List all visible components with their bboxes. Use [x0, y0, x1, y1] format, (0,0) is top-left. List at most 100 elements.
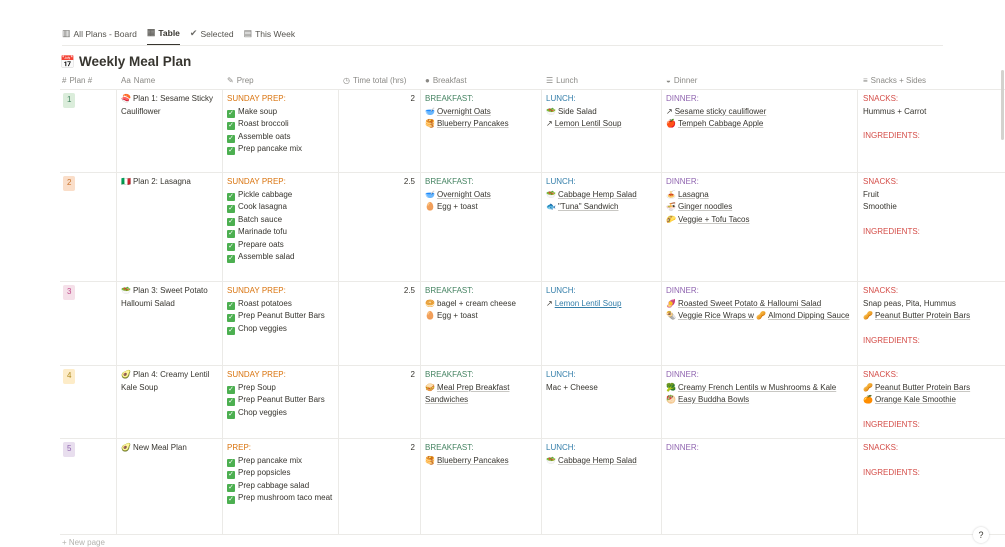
time-cell[interactable]: 2: [343, 93, 415, 106]
tab-all-plans-board[interactable]: ▥ All Plans - Board: [62, 27, 137, 46]
checkbox-checked-icon[interactable]: ✓: [227, 471, 235, 479]
page-link[interactable]: Lemon Lentil Soup: [555, 119, 622, 128]
column-header-time[interactable]: ◷ Time total (hrs): [343, 72, 406, 89]
plan-name-cell[interactable]: 🥑 Plan 4: Creamy Lentil Kale Soup: [121, 369, 219, 394]
plan-number-cell[interactable]: 2: [63, 176, 113, 191]
checkbox-checked-icon[interactable]: ✓: [227, 301, 235, 310]
checkbox-checked-icon[interactable]: ✓: [227, 496, 235, 504]
vertical-scrollbar[interactable]: [1001, 70, 1004, 140]
breakfast-cell[interactable]: BREAKFAST: 🥞 Blueberry Pancakes: [425, 442, 537, 467]
page-link[interactable]: Overnight Oats: [437, 190, 491, 199]
checkbox-checked-icon[interactable]: ✓: [227, 205, 235, 213]
column-header-name[interactable]: Aa Name: [121, 72, 155, 89]
lunch-cell[interactable]: LUNCH: ↗ Lemon Lentil Soup: [546, 285, 658, 310]
lunch-cell[interactable]: LUNCH: Mac + Cheese: [546, 369, 658, 394]
page-link[interactable]: Blueberry Pancakes: [437, 119, 509, 128]
page-link[interactable]: Meal Prep Breakfast Sandwiches: [425, 383, 509, 405]
checkbox-checked-icon[interactable]: ✓: [227, 483, 235, 492]
page-link[interactable]: Cabbage Hemp Salad: [558, 190, 637, 199]
checkbox-checked-icon[interactable]: ✓: [227, 217, 235, 226]
page-link[interactable]: Roasted Sweet Potato & Halloumi Salad: [678, 299, 821, 308]
plan-number-cell[interactable]: 3: [63, 285, 113, 300]
checkbox-checked-icon[interactable]: ✓: [227, 230, 235, 238]
page-link[interactable]: Veggie Rice Wraps w: [678, 311, 754, 320]
page-link[interactable]: Tempeh Cabbage Apple: [678, 119, 763, 128]
tab-this-week[interactable]: ▤ This Week: [244, 27, 296, 46]
dinner-cell[interactable]: DINNER: 🥦 Creamy French Lentils w Mushroom…: [666, 369, 854, 407]
page-link[interactable]: Veggie + Tofu Tacos: [678, 215, 750, 224]
breakfast-cell[interactable]: BREAKFAST: 🥣 Overnight Oats 🥚 Egg + toast: [425, 176, 537, 214]
new-page-button[interactable]: + New page: [62, 538, 105, 547]
checkbox-checked-icon[interactable]: ✓: [227, 314, 235, 322]
column-header-snacks[interactable]: ≡ Snacks + Sides: [863, 72, 926, 89]
checkbox-checked-icon[interactable]: ✓: [227, 398, 235, 406]
plan-name-cell[interactable]: 🇮🇹 Plan 2: Lasagna: [121, 176, 219, 189]
checkbox-checked-icon[interactable]: ✓: [227, 255, 235, 263]
tab-table[interactable]: ▦ Table: [146, 27, 180, 46]
column-header-dinner[interactable]: ◒ Dinner: [666, 72, 697, 89]
checkbox-checked-icon[interactable]: ✓: [227, 410, 235, 419]
page-link[interactable]: Sesame sticky cauliflower: [675, 107, 767, 116]
plan-name-cell[interactable]: 🥑 New Meal Plan: [121, 442, 219, 455]
column-header-plan[interactable]: # Plan #: [62, 72, 92, 89]
page-link[interactable]: "Tuna" Sandwich: [558, 202, 619, 211]
page-title[interactable]: Weekly Meal Plan: [79, 54, 191, 69]
dinner-cell[interactable]: DINNER:: [666, 442, 854, 455]
breakfast-cell[interactable]: BREAKFAST: 🥪 Meal Prep Breakfast Sandwiche…: [425, 369, 537, 407]
page-link[interactable]: Ginger noodles: [678, 202, 732, 211]
plan-name[interactable]: Plan 2: Lasagna: [133, 177, 191, 186]
help-button[interactable]: ?: [973, 527, 989, 543]
column-header-lunch[interactable]: ☰ Lunch: [546, 72, 578, 89]
page-link[interactable]: Overnight Oats: [437, 107, 491, 116]
time-cell[interactable]: 2.5: [343, 176, 415, 189]
snacks-cell[interactable]: SNACKS: Snap peas, Pita, Hummus 🥜 Peanut Bu…: [863, 285, 1003, 347]
column-header-breakfast[interactable]: ● Breakfast: [425, 72, 467, 89]
plan-name-cell[interactable]: 🥗 Plan 3: Sweet Potato Halloumi Salad: [121, 285, 219, 310]
breakfast-cell[interactable]: BREAKFAST: 🥯 bagel + cream cheese 🥚 Egg + to…: [425, 285, 537, 323]
checkbox-checked-icon[interactable]: ✓: [227, 326, 235, 335]
dinner-cell[interactable]: DINNER: 🍠 Roasted Sweet Potato & Halloumi …: [666, 285, 854, 323]
checkbox-checked-icon[interactable]: ✓: [227, 385, 235, 394]
plan-name-cell[interactable]: 🍣 Plan 1: Sesame Sticky Cauliflower: [121, 93, 219, 118]
page-link[interactable]: Creamy French Lentils w Mushrooms & Kale: [678, 383, 836, 392]
page-link[interactable]: Lasagna: [678, 190, 709, 199]
prep-cell[interactable]: PREP: ✓ Prep pancake mix ✓ Prep popsicles ✓ Pr…: [227, 442, 335, 505]
column-header-prep[interactable]: ✎ Prep: [227, 72, 254, 89]
plan-name[interactable]: New Meal Plan: [133, 443, 187, 452]
page-link[interactable]: Blueberry Pancakes: [437, 456, 509, 465]
breakfast-cell[interactable]: BREAKFAST: 🥣 Overnight Oats 🥞 Blueberry Panc…: [425, 93, 537, 131]
snacks-cell[interactable]: SNACKS: Hummus + Carrot INGREDIENTS:: [863, 93, 1003, 143]
tab-selected[interactable]: ✔ Selected: [190, 27, 234, 46]
checkbox-checked-icon[interactable]: ✓: [227, 192, 235, 201]
dinner-cell[interactable]: DINNER: ↗ Sesame sticky cauliflower 🍎 Tempeh…: [666, 93, 854, 131]
checkbox-checked-icon[interactable]: ✓: [227, 147, 235, 155]
prep-cell[interactable]: SUNDAY PREP: ✓ Roast potatoes ✓ Prep Peanut …: [227, 285, 335, 335]
prep-cell[interactable]: SUNDAY PREP: ✓ Pickle cabbage ✓ Cook lasagna…: [227, 176, 335, 264]
page-link[interactable]: Peanut Butter Protein Bars: [875, 383, 970, 392]
checkbox-checked-icon[interactable]: ✓: [227, 109, 235, 118]
plan-number-cell[interactable]: 5: [63, 442, 113, 457]
snacks-cell[interactable]: SNACKS: 🥜 Peanut Butter Protein Bars 🍊 Orang…: [863, 369, 1003, 431]
page-link[interactable]: Cabbage Hemp Salad: [558, 456, 637, 465]
lunch-cell[interactable]: LUNCH: 🥗 Side Salad ↗ Lemon Lentil Soup: [546, 93, 658, 131]
page-link[interactable]: Easy Buddha Bowls: [678, 395, 749, 404]
page-link[interactable]: Lemon Lentil Soup: [555, 299, 622, 308]
prep-cell[interactable]: SUNDAY PREP: ✓ Prep Soup ✓ Prep Peanut Butte…: [227, 369, 335, 419]
page-link[interactable]: Peanut Butter Protein Bars: [875, 311, 970, 320]
plan-name[interactable]: Plan 4: Creamy Lentil Kale Soup: [121, 370, 209, 392]
prep-cell[interactable]: SUNDAY PREP: ✓ Make soup ✓ Roast broccoli ✓ As…: [227, 93, 335, 156]
page-link[interactable]: Orange Kale Smoothie: [875, 395, 956, 404]
lunch-cell[interactable]: LUNCH: 🥗 Cabbage Hemp Salad 🐟 "Tuna" Sandwic…: [546, 176, 658, 214]
checkbox-checked-icon[interactable]: ✓: [227, 242, 235, 251]
time-cell[interactable]: 2: [343, 442, 415, 455]
lunch-cell[interactable]: LUNCH: 🥗 Cabbage Hemp Salad: [546, 442, 658, 467]
plan-number-cell[interactable]: 4: [63, 369, 113, 384]
time-cell[interactable]: 2.5: [343, 285, 415, 298]
checkbox-checked-icon[interactable]: ✓: [227, 458, 235, 467]
plan-name[interactable]: Plan 1: Sesame Sticky Cauliflower: [121, 94, 213, 116]
checkbox-checked-icon[interactable]: ✓: [227, 134, 235, 143]
time-cell[interactable]: 2: [343, 369, 415, 382]
plan-name[interactable]: Plan 3: Sweet Potato Halloumi Salad: [121, 286, 208, 308]
snacks-cell[interactable]: SNACKS: Fruit Smoothie INGREDIENTS:: [863, 176, 1003, 238]
dinner-cell[interactable]: DINNER: 🍝 Lasagna 🍜 Ginger noodles 🌮 Veggie + …: [666, 176, 854, 226]
